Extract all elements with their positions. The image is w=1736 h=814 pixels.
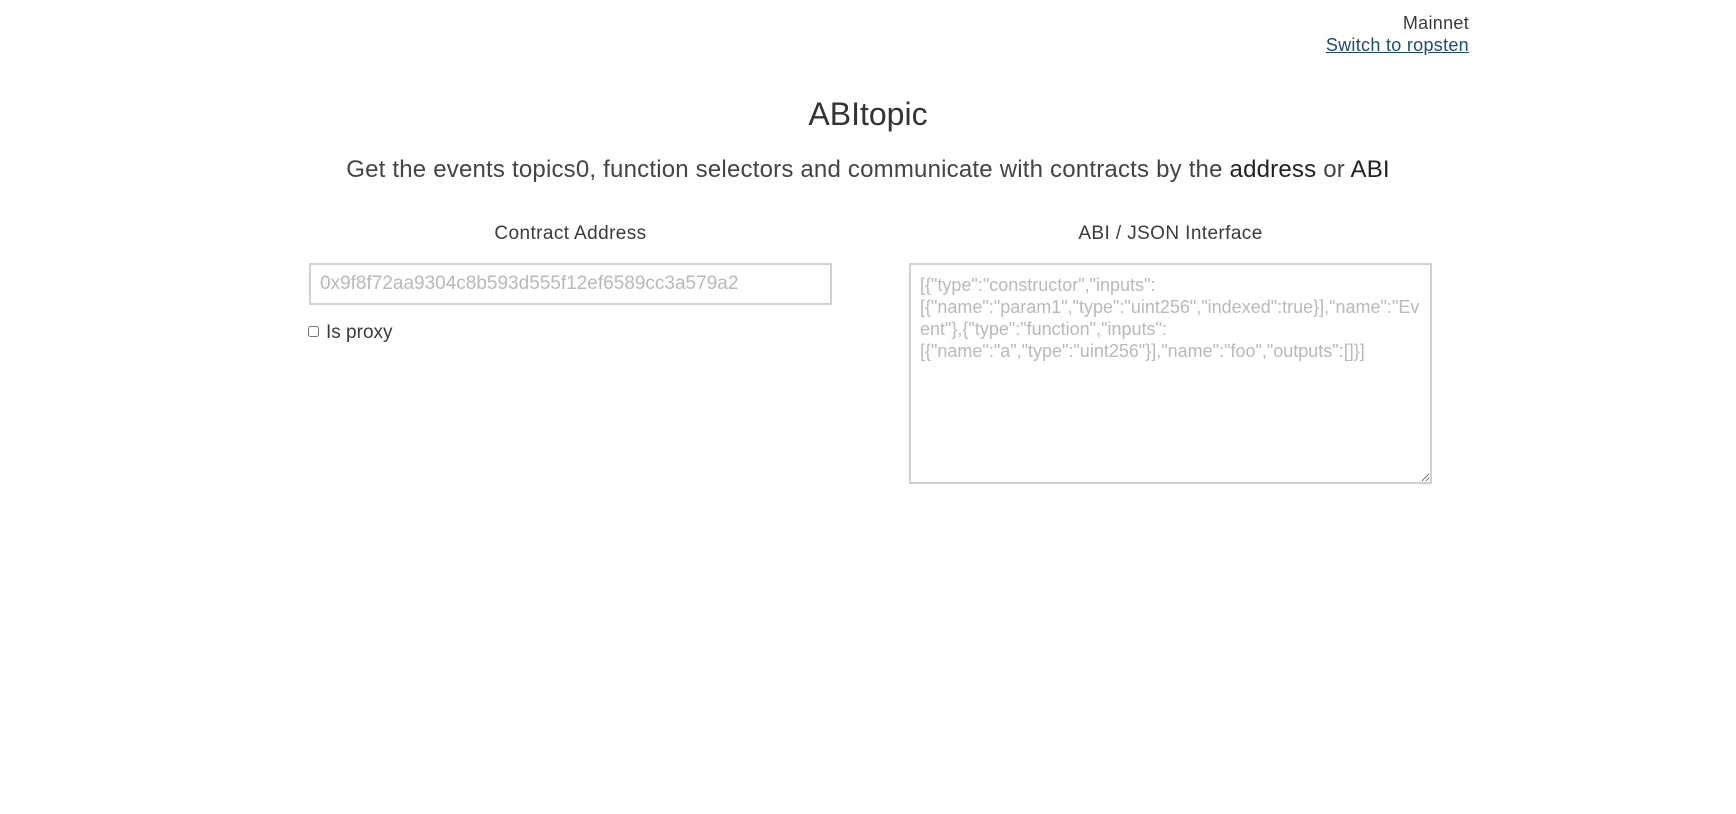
page-subtitle: Get the events topics0, function selecto… [0, 155, 1736, 185]
page-title: ABItopic [808, 96, 928, 132]
subtitle-text-2: or [1316, 156, 1351, 183]
network-name: Mainnet [1402, 13, 1469, 33]
switch-network-link[interactable]: Switch to ropsten [1326, 34, 1469, 56]
subtitle-text-1: Get the events topics0, function selecto… [346, 156, 1230, 183]
page: Mainnet Switch to ropsten ABItopic Get t… [0, 0, 1736, 814]
subtitle-keyword-address: address [1229, 156, 1317, 183]
contract-address-label: Contract Address [494, 223, 647, 244]
abi-label: ABI / JSON Interface [1078, 223, 1263, 244]
abi-textarea[interactable] [909, 263, 1432, 484]
network-selector: Mainnet Switch to ropsten [1326, 12, 1469, 56]
is-proxy-option[interactable]: Is proxy [308, 321, 393, 345]
subtitle-keyword-abi: ABI [1350, 156, 1390, 183]
contract-address-input[interactable] [309, 263, 832, 305]
is-proxy-label: Is proxy [326, 322, 393, 343]
is-proxy-checkbox[interactable] [308, 325, 319, 337]
